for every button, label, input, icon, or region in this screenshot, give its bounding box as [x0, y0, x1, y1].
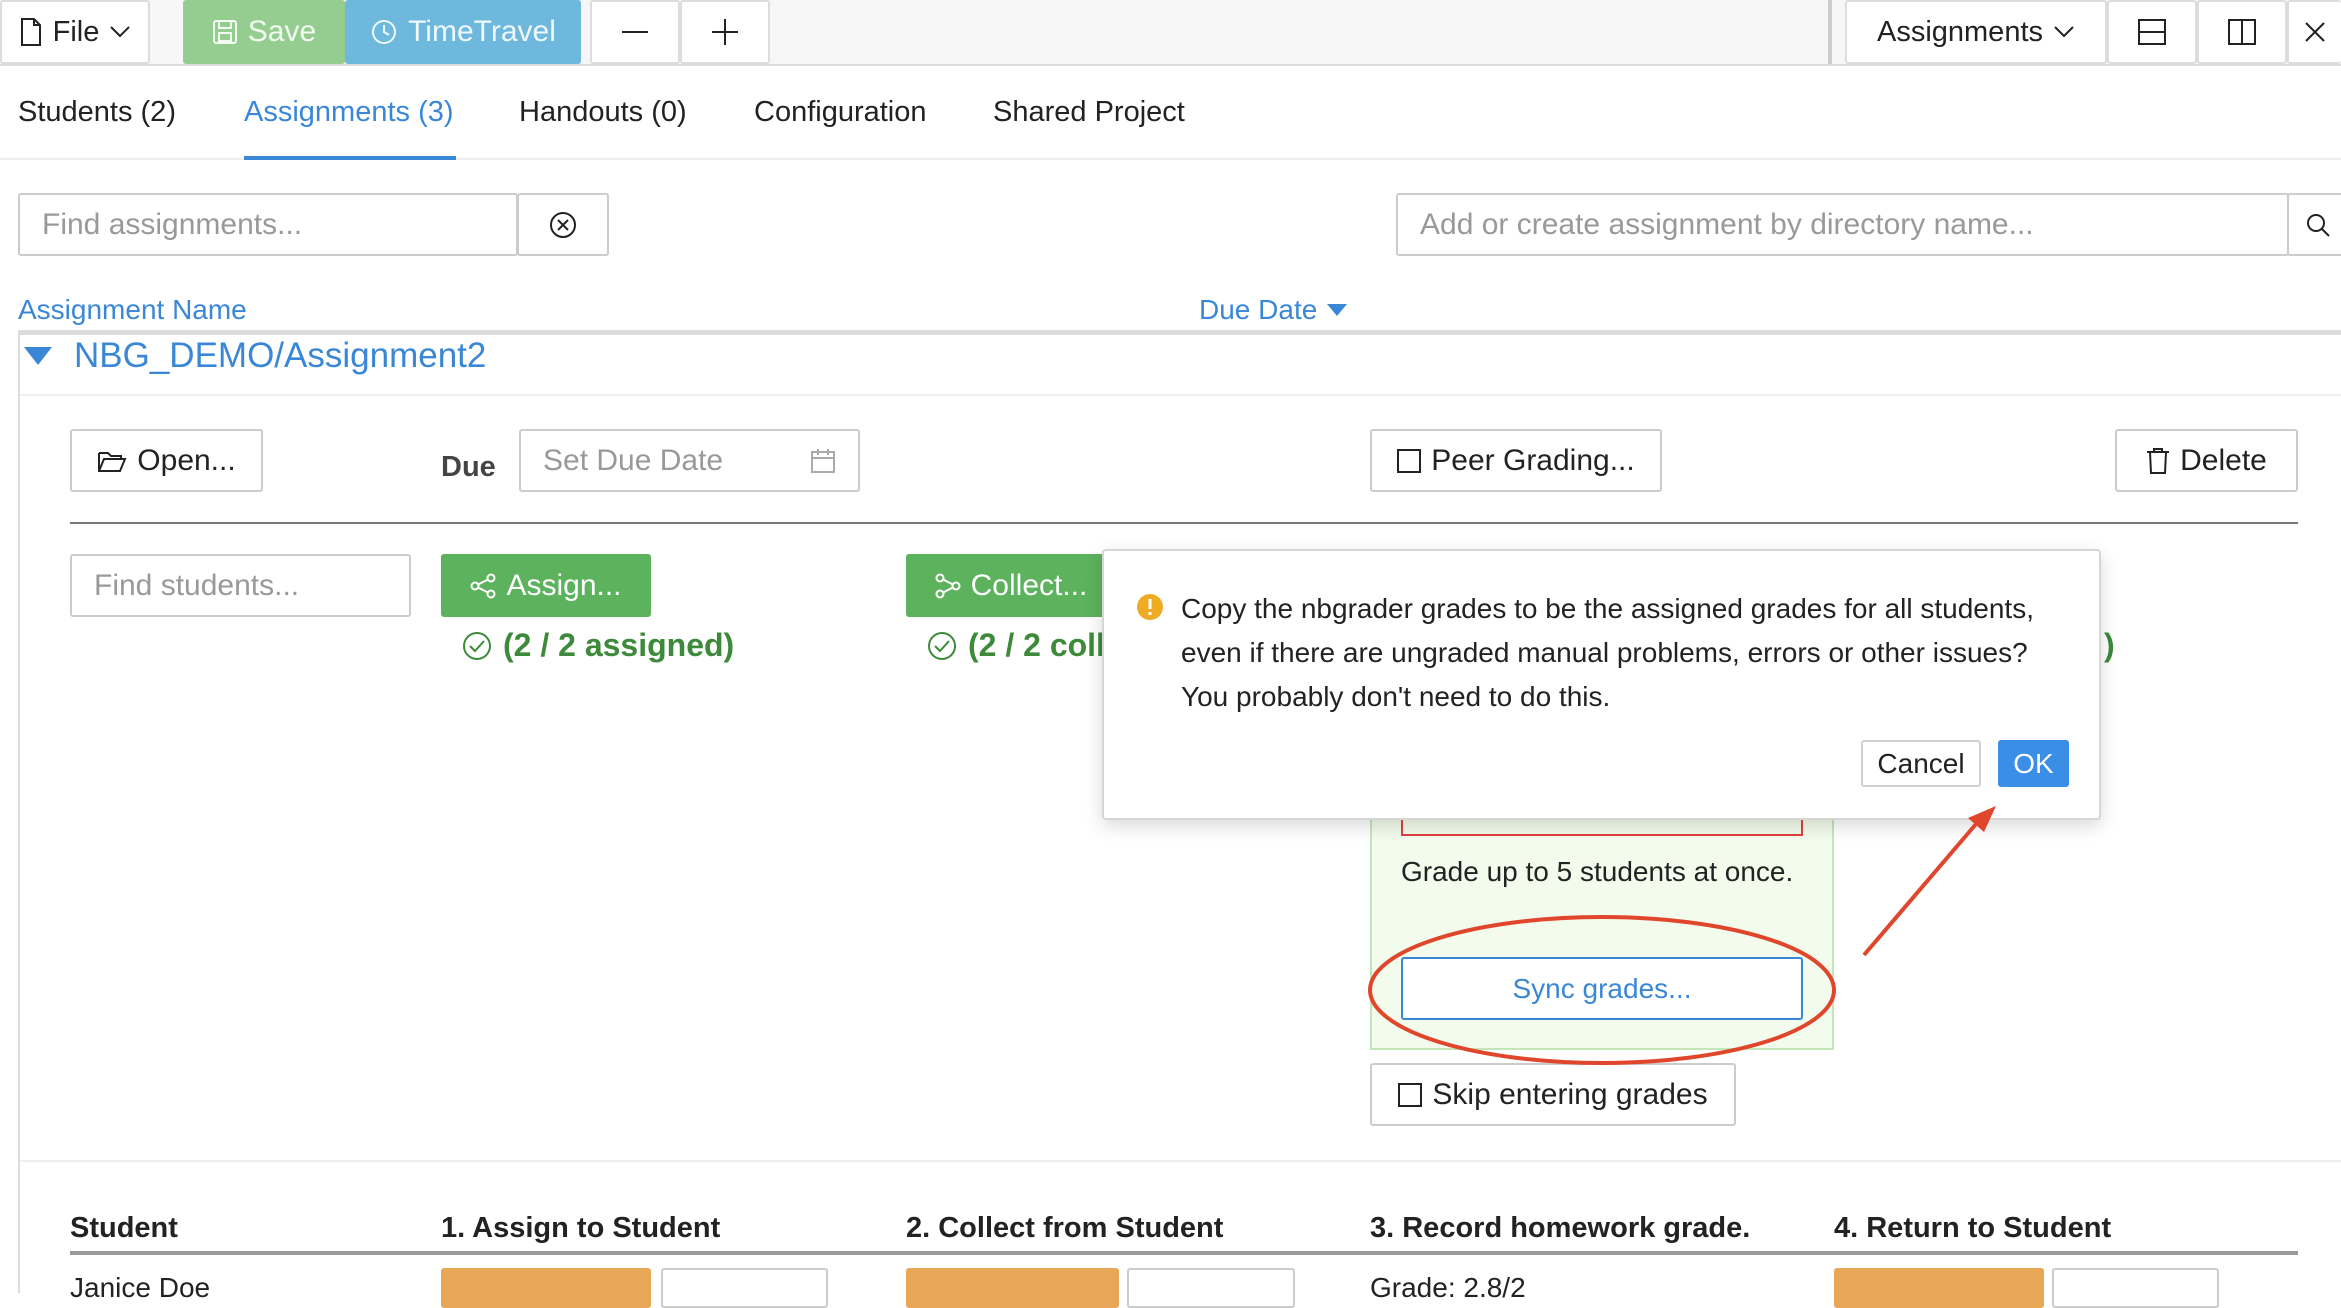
annotation-ellipse	[1368, 915, 1836, 1065]
annotation-overlay	[1368, 806, 1996, 1065]
annotation-arrow-line	[1862, 815, 1984, 957]
